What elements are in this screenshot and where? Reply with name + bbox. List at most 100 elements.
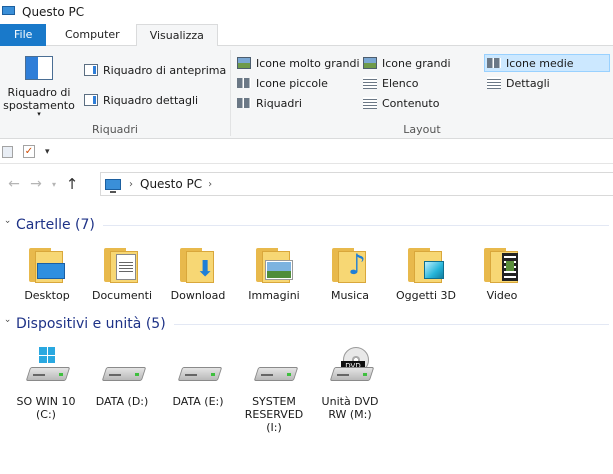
back-arrow-icon[interactable]: ← [3, 176, 25, 192]
layout-medium-icons[interactable]: Icone medie [484, 54, 610, 72]
drive-label-line1: SO WIN 10 [16, 395, 76, 408]
folders-section-title: Cartelle (7) [16, 217, 95, 233]
folder-documenti[interactable]: Documenti [85, 245, 159, 302]
tab-visualizza[interactable]: Visualizza [135, 24, 218, 47]
navigation-bar: ← → ▾ ↑ › Questo PC › [0, 168, 613, 200]
up-arrow-icon[interactable]: ↑ [61, 175, 83, 193]
small-icons-icon [237, 78, 251, 88]
layout-content[interactable]: Contenuto [363, 94, 439, 112]
layout-option-label: Icone medie [506, 56, 574, 70]
preview-pane-label: Riquadro di anteprima [103, 63, 227, 77]
breadcrumb-questo-pc[interactable]: Questo PC [140, 177, 202, 191]
drive-label-line2: (C:) [36, 408, 56, 421]
layout-tiles[interactable]: Riquadri [237, 94, 302, 112]
drive-label-line1: SYSTEM [252, 395, 296, 408]
download-folder-icon: ⬇ [178, 245, 218, 283]
forward-arrow-icon[interactable]: → [25, 176, 47, 192]
desktop-folder-icon [27, 245, 67, 283]
list-icon [363, 77, 377, 89]
hard-drive-icon [251, 347, 299, 391]
layout-large-icons[interactable]: Icone grandi [363, 54, 451, 72]
chevron-right-icon[interactable]: › [129, 179, 133, 190]
tab-computer[interactable]: Computer [46, 24, 136, 46]
section-divider [173, 323, 609, 325]
navigation-pane-button[interactable]: Riquadro di spostamento ▾ [0, 52, 78, 118]
drive-label-line1: Unità DVD [321, 395, 379, 408]
navigation-pane-label: Riquadro di spostamento [3, 86, 75, 112]
layout-option-label: Icone piccole [256, 76, 328, 90]
details-icon [487, 77, 501, 89]
drive-c[interactable]: SO WIN 10 (C:) [9, 347, 83, 421]
section-divider [102, 224, 609, 226]
preview-pane-button[interactable]: Riquadro di anteprima [84, 61, 226, 79]
medium-icons-icon [487, 58, 501, 68]
folder-musica[interactable]: ♪ Musica [313, 245, 387, 302]
music-folder-icon: ♪ [330, 245, 370, 283]
computer-icon [105, 178, 121, 193]
properties-icon[interactable] [2, 145, 13, 158]
details-pane-button[interactable]: Riquadro dettagli [84, 91, 198, 109]
chevron-right-icon[interactable]: › [208, 179, 212, 190]
navigation-pane-icon [25, 56, 53, 80]
layout-small-icons[interactable]: Icone piccole [237, 74, 328, 92]
title-bar: Questo PC [0, 0, 613, 24]
layout-option-label: Elenco [382, 76, 419, 90]
hard-drive-icon [175, 347, 223, 391]
hard-drive-icon [99, 347, 147, 391]
drive-label-line2: RESERVED [244, 408, 304, 421]
large-icons-icon [363, 57, 377, 69]
layout-option-label: Riquadri [256, 96, 302, 110]
documents-folder-icon [102, 245, 142, 283]
ribbon: Riquadro di spostamento ▾ Riquadro di an… [0, 46, 613, 139]
folder-video[interactable]: Video [465, 245, 539, 302]
folder-label: Oggetti 3D [395, 289, 457, 302]
layout-extra-large-icons[interactable]: Icone molto grandi [237, 54, 360, 72]
drive-i[interactable]: SYSTEM RESERVED (I:) [237, 347, 311, 434]
drive-label-line1: DATA (D:) [95, 395, 149, 408]
extra-large-icons-icon [237, 57, 251, 69]
group-label-layout: Layout [403, 123, 441, 136]
drive-label-line2: RW (M:) [328, 408, 372, 421]
folder-oggetti-3d[interactable]: Oggetti 3D [389, 245, 463, 302]
folder-label: Download [170, 289, 226, 302]
customize-toolbar-icon[interactable]: ▾ [45, 147, 50, 157]
tab-file[interactable]: File [0, 24, 46, 46]
windows-logo-icon [39, 347, 55, 363]
folder-download[interactable]: ⬇ Download [161, 245, 235, 302]
collapse-chevron-icon[interactable]: › [2, 319, 12, 329]
group-label-riquadri: Riquadri [92, 123, 138, 136]
layout-option-label: Icone molto grandi [256, 56, 360, 70]
pictures-folder-icon [254, 245, 294, 283]
drive-e[interactable]: DATA (E:) [161, 347, 235, 408]
3d-objects-folder-icon [406, 245, 446, 283]
window-title: Questo PC [22, 5, 85, 19]
ribbon-group-layout: Icone molto grandi Icone grandi Icone me… [231, 46, 613, 139]
tiles-icon [237, 98, 251, 108]
dvd-drive-icon: DVD [327, 347, 375, 391]
folder-immagini[interactable]: Immagini [237, 245, 311, 302]
section-header-devices[interactable]: › Dispositivi e unità (5) [0, 315, 613, 333]
section-header-folders[interactable]: › Cartelle (7) [0, 216, 613, 234]
system-drive-icon [23, 347, 71, 391]
layout-option-label: Contenuto [382, 96, 440, 110]
layout-option-label: Dettagli [506, 76, 550, 90]
layout-option-label: Icone grandi [382, 56, 451, 70]
folder-desktop[interactable]: Desktop [10, 245, 84, 302]
drive-d[interactable]: DATA (D:) [85, 347, 159, 408]
checklist-icon[interactable]: ✓ [23, 145, 35, 158]
drive-label-line3: (I:) [266, 421, 282, 434]
folder-label: Desktop [24, 289, 70, 302]
devices-section-title: Dispositivi e unità (5) [16, 316, 166, 332]
folder-label: Video [486, 289, 518, 302]
ribbon-group-riquadri: Riquadro di spostamento ▾ Riquadro di an… [0, 46, 230, 139]
details-pane-label: Riquadro dettagli [103, 93, 199, 107]
folder-label: Immagini [248, 289, 300, 302]
address-bar[interactable]: › Questo PC › [100, 172, 613, 196]
quick-access-toolbar: ✓ ▾ [0, 140, 613, 164]
recent-locations-chevron-icon[interactable]: ▾ [47, 180, 61, 189]
drive-m-dvd[interactable]: DVD Unità DVD RW (M:) [313, 347, 387, 421]
layout-list[interactable]: Elenco [363, 74, 419, 92]
folder-label: Musica [330, 289, 370, 302]
collapse-chevron-icon[interactable]: › [2, 220, 12, 230]
layout-details[interactable]: Dettagli [487, 74, 550, 92]
